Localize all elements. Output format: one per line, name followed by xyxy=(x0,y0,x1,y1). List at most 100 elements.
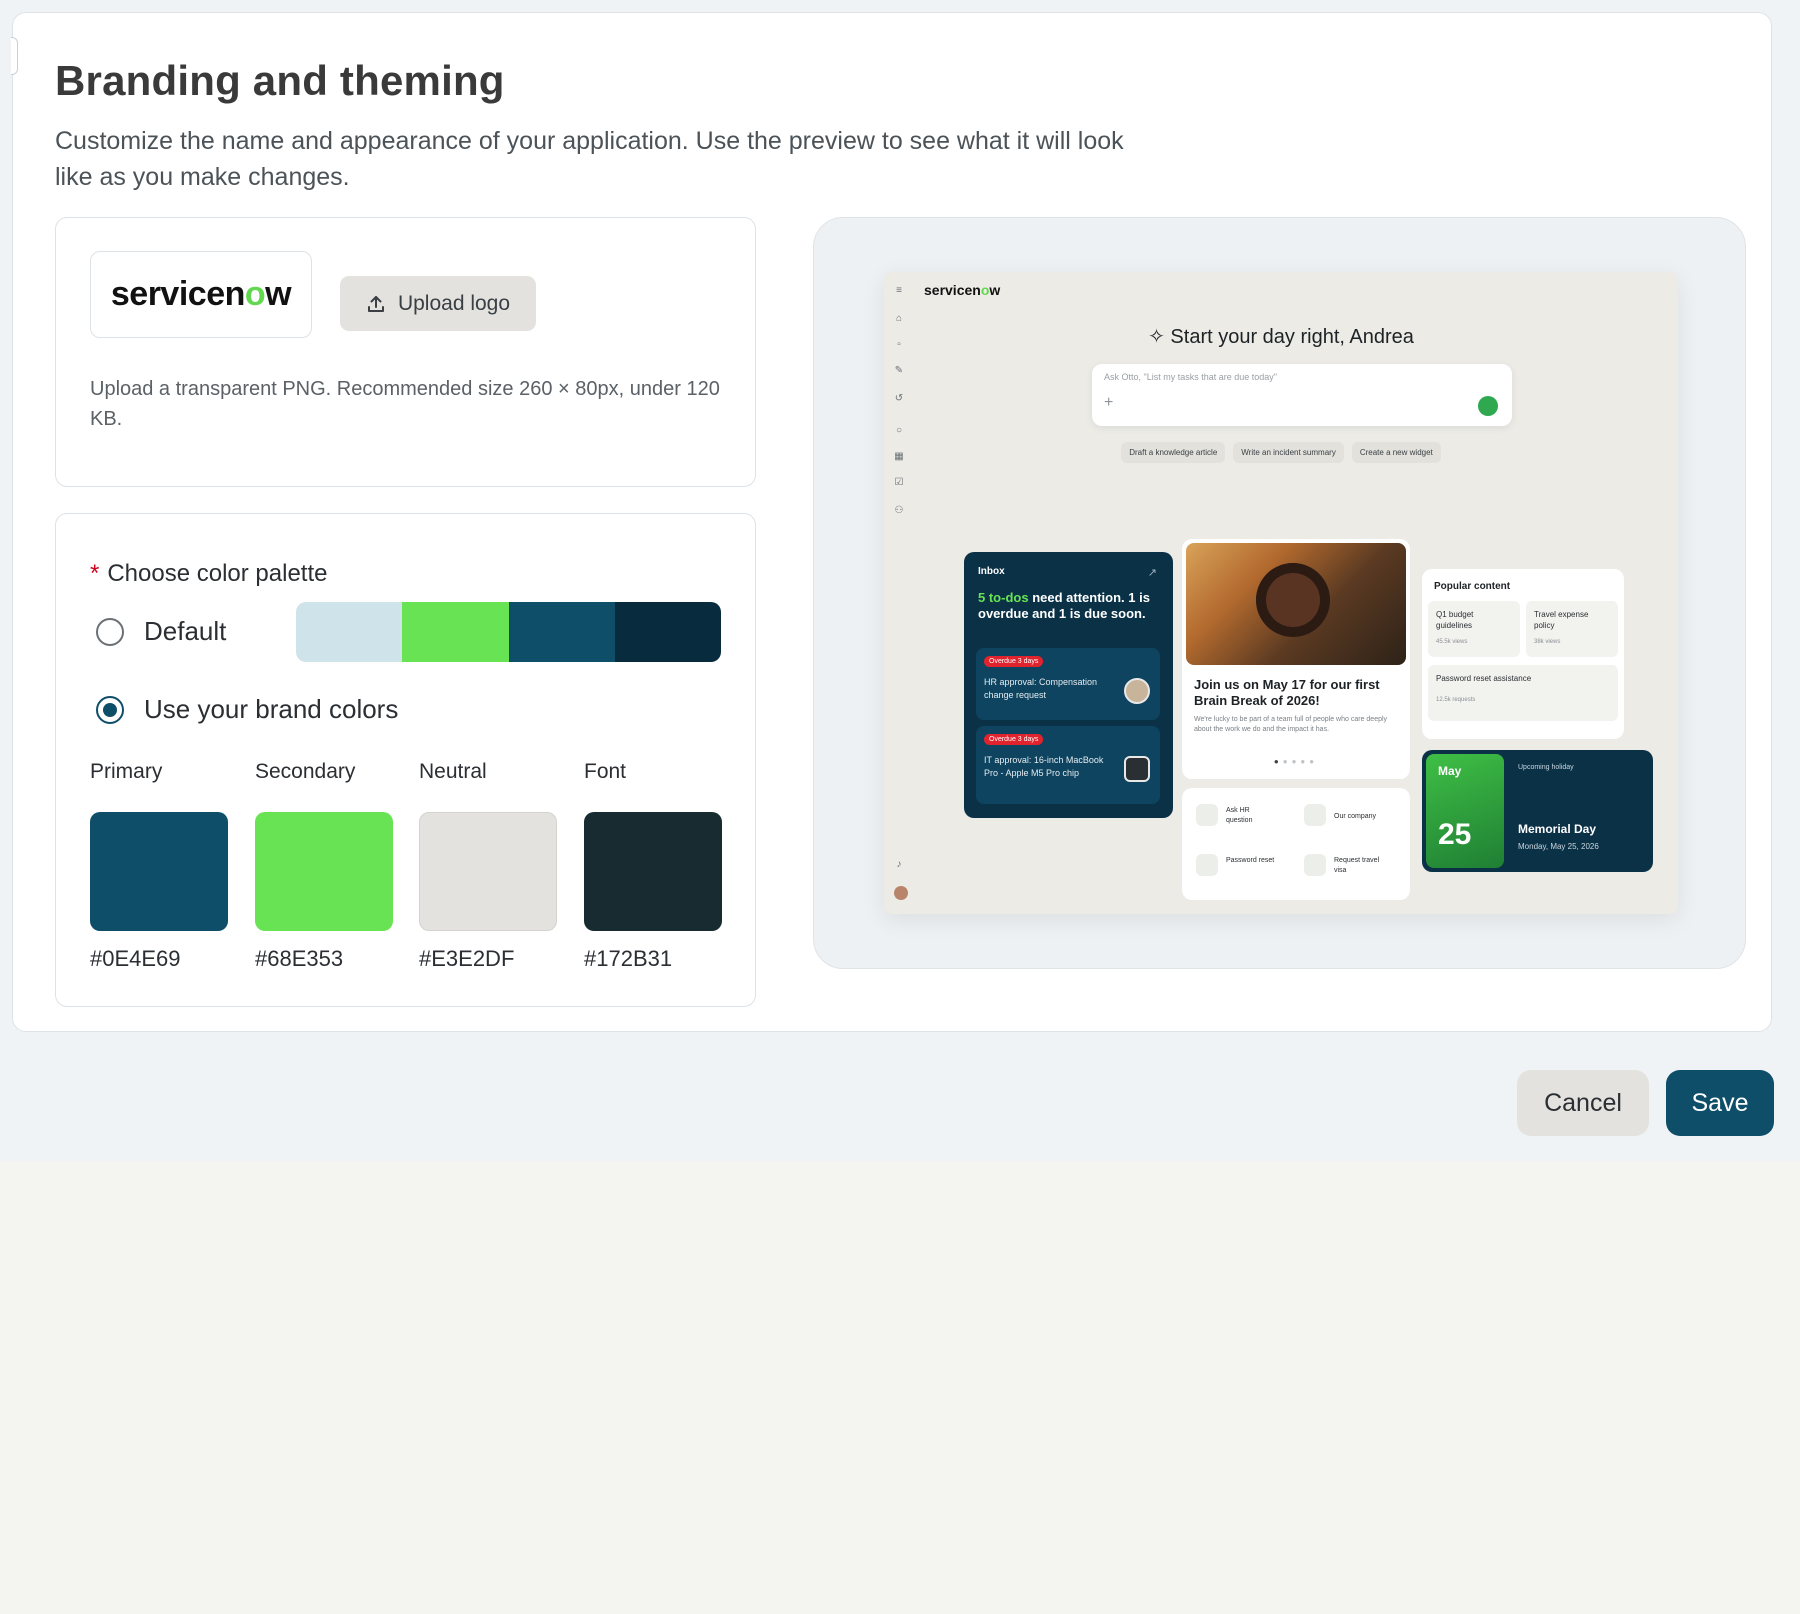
quick-link: Our company xyxy=(1334,813,1377,820)
default-color-3 xyxy=(508,602,615,662)
hr-question-icon xyxy=(1196,804,1218,826)
upload-icon xyxy=(367,295,384,312)
required-marker: * xyxy=(90,560,100,587)
logo-panel: servicenow Upload logo Upload a transpar… xyxy=(55,217,756,487)
holiday-name: Memorial Day xyxy=(1518,822,1597,836)
bell-icon: ♪ xyxy=(896,859,902,870)
holiday-day: 25 xyxy=(1438,818,1472,851)
swatch-hex-primary: #0E4E69 xyxy=(90,946,181,971)
inbox-header: Inbox xyxy=(978,566,1005,577)
laptop-icon xyxy=(1124,756,1150,782)
radio-brand-colors-label[interactable]: Use your brand colors xyxy=(144,694,398,725)
preview-chips: Draft a knowledge article Write an incid… xyxy=(884,442,1678,463)
password-icon xyxy=(1196,854,1218,876)
logo-preview: servicenow xyxy=(90,251,312,338)
upload-logo-label: Upload logo xyxy=(397,291,511,315)
radio-brand-colors[interactable] xyxy=(96,696,124,724)
swatch-font[interactable] xyxy=(584,812,722,931)
preview-popular-card: Popular content Q1 budget guidelines 45.… xyxy=(1422,569,1624,739)
default-palette-strip[interactable] xyxy=(296,602,721,662)
palette-panel: * Choose color palette Default Use your b… xyxy=(55,513,756,1007)
default-color-2 xyxy=(402,602,509,662)
preview-quick-links: Ask HR question Our company Password res… xyxy=(1182,788,1410,900)
swatch-label-secondary: Secondary xyxy=(255,760,356,783)
avatar xyxy=(1124,678,1150,704)
popular-item: Q1 budget guidelines 45.5k views xyxy=(1428,601,1520,657)
promo-title: Join us on May 17 for our first Brain Br… xyxy=(1194,677,1380,708)
holiday-month: May xyxy=(1438,764,1462,778)
palette-label-text: Choose color palette xyxy=(107,560,328,587)
popular-item-meta: 45.5k views xyxy=(1436,639,1468,645)
travel-icon xyxy=(1304,854,1326,876)
default-color-4 xyxy=(614,602,721,662)
company-icon xyxy=(1304,804,1326,826)
org-icon: ⚇ xyxy=(894,505,904,516)
popular-item: Password reset assistance 12.5k requests xyxy=(1428,665,1618,721)
radio-default[interactable] xyxy=(96,618,124,646)
inbox-message: 5 to-dos need attention. 1 is overdue an… xyxy=(978,590,1158,622)
preview-chip: Write an incident summary xyxy=(1233,442,1344,463)
popular-item: Travel expense policy 38k views xyxy=(1526,601,1618,657)
task-text: IT approval: 16-inch MacBook Pro - Apple… xyxy=(984,755,1104,778)
preview-promo-card: Join us on May 17 for our first Brain Br… xyxy=(1182,539,1410,779)
swatch-label-primary: Primary xyxy=(90,760,163,783)
preview-search-placeholder: Ask Otto, "List my tasks that are due to… xyxy=(1104,372,1277,382)
preview-inbox-card: Inbox ↗ 5 to-dos need attention. 1 is ov… xyxy=(964,552,1173,818)
carousel-dots: ●●●●● xyxy=(1273,757,1319,766)
swatch-hex-neutral: #E3E2DF xyxy=(419,946,515,971)
upload-logo-button[interactable]: Upload logo xyxy=(340,276,536,331)
preview-greeting: ✧ Start your day right, Andrea xyxy=(1148,326,1414,348)
task-text: HR approval: Compensation change request xyxy=(984,677,1098,700)
collapse-handle[interactable] xyxy=(11,37,18,75)
upload-hint: Upload a transparent PNG. Recommended si… xyxy=(90,378,720,430)
popular-item-title: Password reset assistance xyxy=(1436,674,1532,683)
popular-item-title: Travel expense policy xyxy=(1534,610,1589,630)
edit-icon: ✎ xyxy=(894,365,904,376)
promo-image xyxy=(1186,543,1406,665)
history-icon: ↺ xyxy=(894,393,904,404)
overdue-badge: Overdue 3 days xyxy=(984,656,1044,667)
inbox-highlight: 5 to-dos xyxy=(978,590,1029,605)
preview-chip: Create a new widget xyxy=(1351,442,1441,463)
preview-brand: servicenow xyxy=(924,282,1001,298)
popular-item-meta: 12.5k requests xyxy=(1436,697,1476,703)
expand-icon: ↗ xyxy=(1147,567,1157,579)
swatch-hex-font: #172B31 xyxy=(584,946,673,971)
inbox-task: Overdue 3 days HR approval: Compensation… xyxy=(976,648,1160,720)
promo-description: We're lucky to be part of a team full of… xyxy=(1194,716,1388,733)
popular-header: Popular content xyxy=(1434,581,1511,592)
cancel-button[interactable]: Cancel xyxy=(1517,1070,1649,1136)
search-icon: ○ xyxy=(895,425,903,436)
palette-label: * Choose color palette xyxy=(90,560,327,588)
popular-item-title: Q1 budget guidelines xyxy=(1436,610,1474,630)
preview-chip: Draft a knowledge article xyxy=(1121,442,1226,463)
swatch-secondary[interactable] xyxy=(255,812,393,931)
swatch-label-font: Font xyxy=(584,760,627,783)
swatch-primary[interactable] xyxy=(90,812,228,931)
radio-default-label[interactable]: Default xyxy=(144,616,226,647)
swatch-neutral[interactable] xyxy=(419,812,557,931)
quick-link: Ask HR question xyxy=(1226,807,1253,824)
quick-link: Password reset xyxy=(1226,857,1275,864)
avatar xyxy=(894,886,908,900)
quick-link: Request travel visa xyxy=(1334,857,1380,874)
save-button[interactable]: Save xyxy=(1666,1070,1774,1136)
app-preview: ≡ ⌂ ▫ ✎ ↺ ○ ▦ ☑ ⚇ ♪ servicenow ✧ Start y… xyxy=(813,217,1746,969)
settings-area: Branding and theming Customize the name … xyxy=(0,0,1800,1161)
inbox-task: Overdue 3 days IT approval: 16-inch MacB… xyxy=(976,726,1160,804)
home-icon: ⌂ xyxy=(895,313,903,324)
preview-mock-app: ≡ ⌂ ▫ ✎ ↺ ○ ▦ ☑ ⚇ ♪ servicenow ✧ Start y… xyxy=(884,272,1678,914)
preview-search: Ask Otto, "List my tasks that are due to… xyxy=(1092,364,1512,426)
menu-icon: ≡ xyxy=(896,285,902,296)
mic-icon xyxy=(1478,396,1498,416)
preview-greeting-text: Start your day right, Andrea xyxy=(1170,326,1414,348)
checklist-icon: ☑ xyxy=(894,477,904,488)
holiday-label: Upcoming holiday xyxy=(1518,764,1574,771)
overdue-badge: Overdue 3 days xyxy=(984,734,1044,745)
page-subtitle: Customize the name and appearance of you… xyxy=(55,127,1124,191)
servicenow-logo: servicenow xyxy=(110,275,292,313)
holiday-date: Monday, May 25, 2026 xyxy=(1518,842,1599,851)
branding-card: Branding and theming Customize the name … xyxy=(11,12,1772,1032)
popular-item-meta: 38k views xyxy=(1534,639,1561,645)
swatch-label-neutral: Neutral xyxy=(419,760,487,783)
